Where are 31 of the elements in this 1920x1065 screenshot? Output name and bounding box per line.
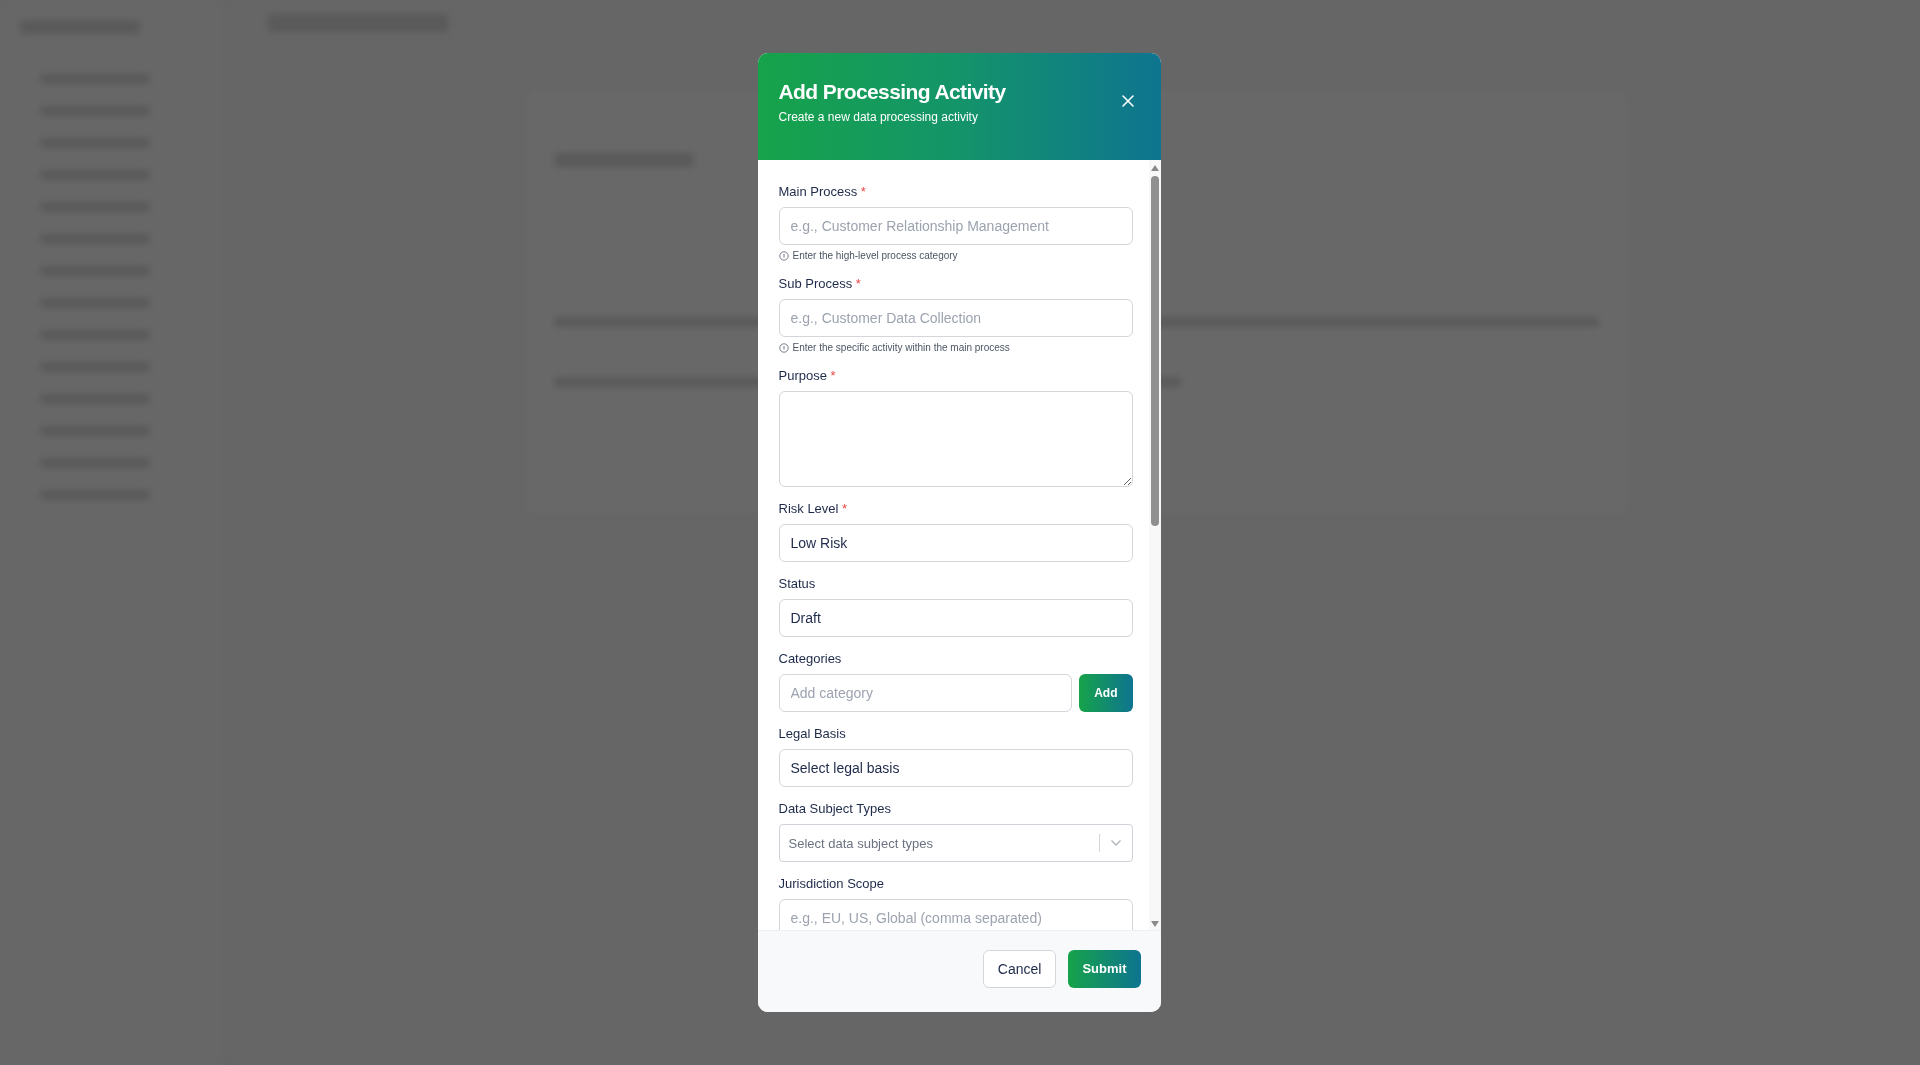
field-label: Jurisdiction Scope xyxy=(778,876,885,892)
field-label: Main Process * xyxy=(778,184,867,200)
field-label: Categories xyxy=(778,651,843,667)
submit-button[interactable]: Submit xyxy=(1068,949,1141,988)
add-button[interactable]: Add xyxy=(1079,674,1133,712)
info-icon xyxy=(778,343,789,353)
text-field[interactable]: e.g., Customer Data Collection xyxy=(778,299,1133,337)
field-hint: Enter the high-level process category xyxy=(792,250,958,262)
field-label: Sub Process * xyxy=(778,276,862,292)
scroll-down-icon xyxy=(1149,920,1160,928)
close-icon xyxy=(1120,94,1135,108)
scroll-up-icon xyxy=(1149,164,1160,172)
field-label: Legal Basis xyxy=(778,726,847,742)
field-label: Risk Level * xyxy=(778,501,849,517)
text-field[interactable]: e.g., Customer Relationship Management xyxy=(778,207,1133,245)
category-field[interactable]: Add category xyxy=(778,674,1073,712)
select-field[interactable]: Low Risk xyxy=(778,524,1133,562)
cancel-button[interactable]: Cancel xyxy=(982,949,1057,988)
multi-select-field[interactable]: Select data subject types xyxy=(778,824,1133,862)
field-label: Data Subject Types xyxy=(778,801,892,817)
dialog-subtitle: Create a new data processing activity xyxy=(778,110,979,124)
dialog-title: Add Processing Activity xyxy=(778,80,1007,104)
info-icon xyxy=(778,251,789,261)
select-field[interactable]: Select legal basis xyxy=(778,749,1133,787)
field-hint: Enter the specific activity within the main process xyxy=(792,342,1010,354)
text-field[interactable]: e.g., EU, US, Global (comma separated) xyxy=(778,899,1133,930)
field-label: Purpose * xyxy=(778,368,837,384)
select-field[interactable]: Draft xyxy=(778,599,1133,637)
field-label: Status xyxy=(778,576,817,592)
scrollbar[interactable] xyxy=(1148,160,1161,930)
chevron-down-icon xyxy=(1109,839,1122,847)
